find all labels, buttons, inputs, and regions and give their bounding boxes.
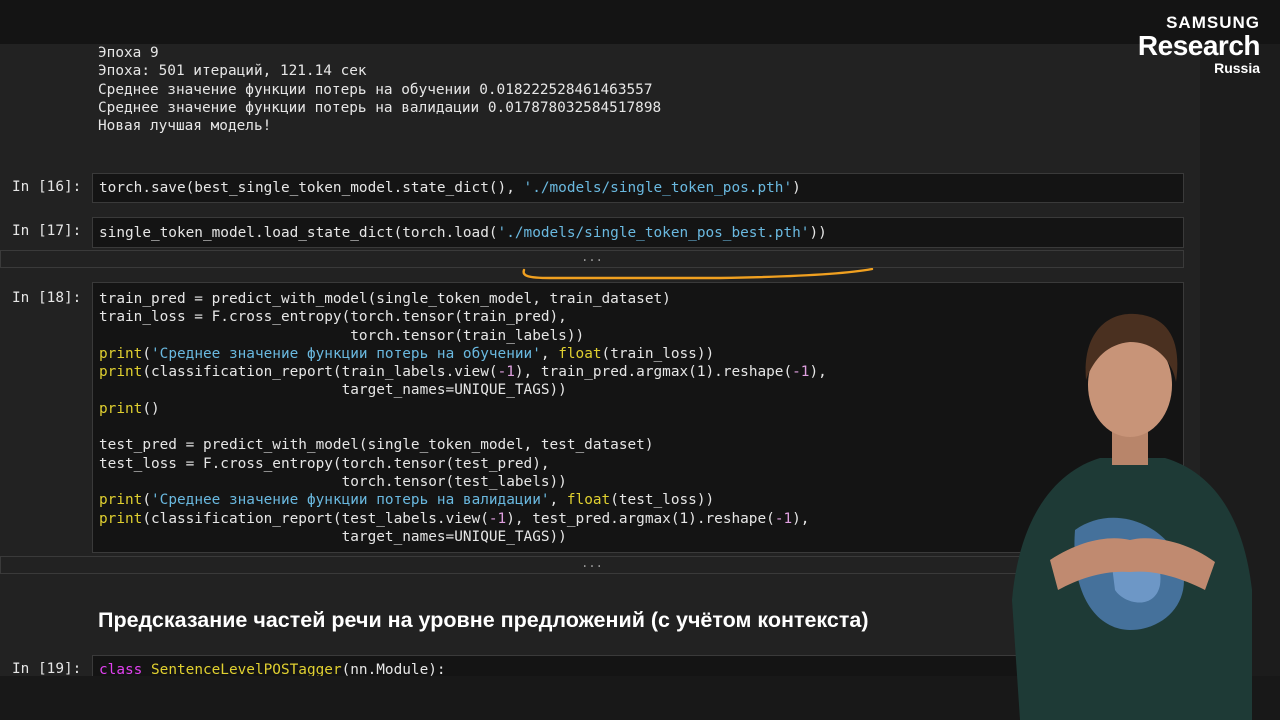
prompt-19: In [19]: <box>12 661 82 676</box>
code-cell-16[interactable]: torch.save(best_single_token_model.state… <box>92 173 1184 203</box>
output-line: Эпоха 9 <box>98 45 159 61</box>
section-heading: Предсказание частей речи на уровне предл… <box>98 608 869 632</box>
output-line: Новая лучшая модель! <box>98 118 272 135</box>
cell-output: Эпоха 9 Эпоха: 501 итераций, 121.14 сек Ср… <box>98 44 661 135</box>
code-line: target_names=UNIQUE_TAGS)) <box>99 528 567 545</box>
code-line: train_loss = F.cross_entropy(torch.tenso… <box>99 309 567 326</box>
logo-line: Russia <box>1214 60 1260 76</box>
samsung-research-logo: SAMSUNG Research Russia <box>1137 13 1261 76</box>
output-line: Среднее значение функции потерь на валид… <box>98 99 662 116</box>
code-line[interactable]: single_token_model.load_state_dict(torch… <box>99 224 827 242</box>
top-bar <box>0 0 1280 44</box>
code-line: torch.tensor(test_labels)) <box>99 473 567 490</box>
code-line: test_pred = predict_with_model(single_to… <box>99 437 654 454</box>
collapsed-output-toggle[interactable]: ... <box>0 250 1184 268</box>
output-line: Эпоха: 501 итераций, 121.14 сек <box>98 63 367 80</box>
logo-line: Research <box>1137 30 1261 61</box>
code-cell-17[interactable]: single_token_model.load_state_dict(torch… <box>92 217 1184 248</box>
code-line: print('Среднее значение функции потерь н… <box>99 345 715 362</box>
code-line: print(classification_report(train_labels… <box>99 364 827 381</box>
output-line: Среднее значение функции потерь на обуче… <box>98 81 653 98</box>
presenter-image <box>1012 313 1252 720</box>
logo-line: SAMSUNG <box>1166 13 1260 32</box>
code-line: test_loss = F.cross_entropy(torch.tensor… <box>99 455 550 472</box>
code-line[interactable]: class SentenceLevelPOSTagger(nn.Module): <box>99 661 446 676</box>
prompt-16: In [16]: <box>12 179 82 195</box>
code-line: print(classification_report(test_labels.… <box>99 510 810 527</box>
prompt-17: In [17]: <box>12 223 82 239</box>
code-line: train_pred = predict_with_model(single_t… <box>99 291 671 307</box>
code-block[interactable]: train_pred = predict_with_model(single_t… <box>99 290 827 546</box>
code-line: torch.tensor(train_labels)) <box>99 327 585 344</box>
code-line[interactable]: torch.save(best_single_token_model.state… <box>99 179 801 197</box>
code-line: print('Среднее значение функции потерь н… <box>99 492 715 509</box>
prompt-18: In [18]: <box>12 290 82 306</box>
annotation-underline <box>522 267 874 280</box>
code-line: target_names=UNIQUE_TAGS)) <box>99 382 567 399</box>
code-line: print() <box>99 400 160 417</box>
